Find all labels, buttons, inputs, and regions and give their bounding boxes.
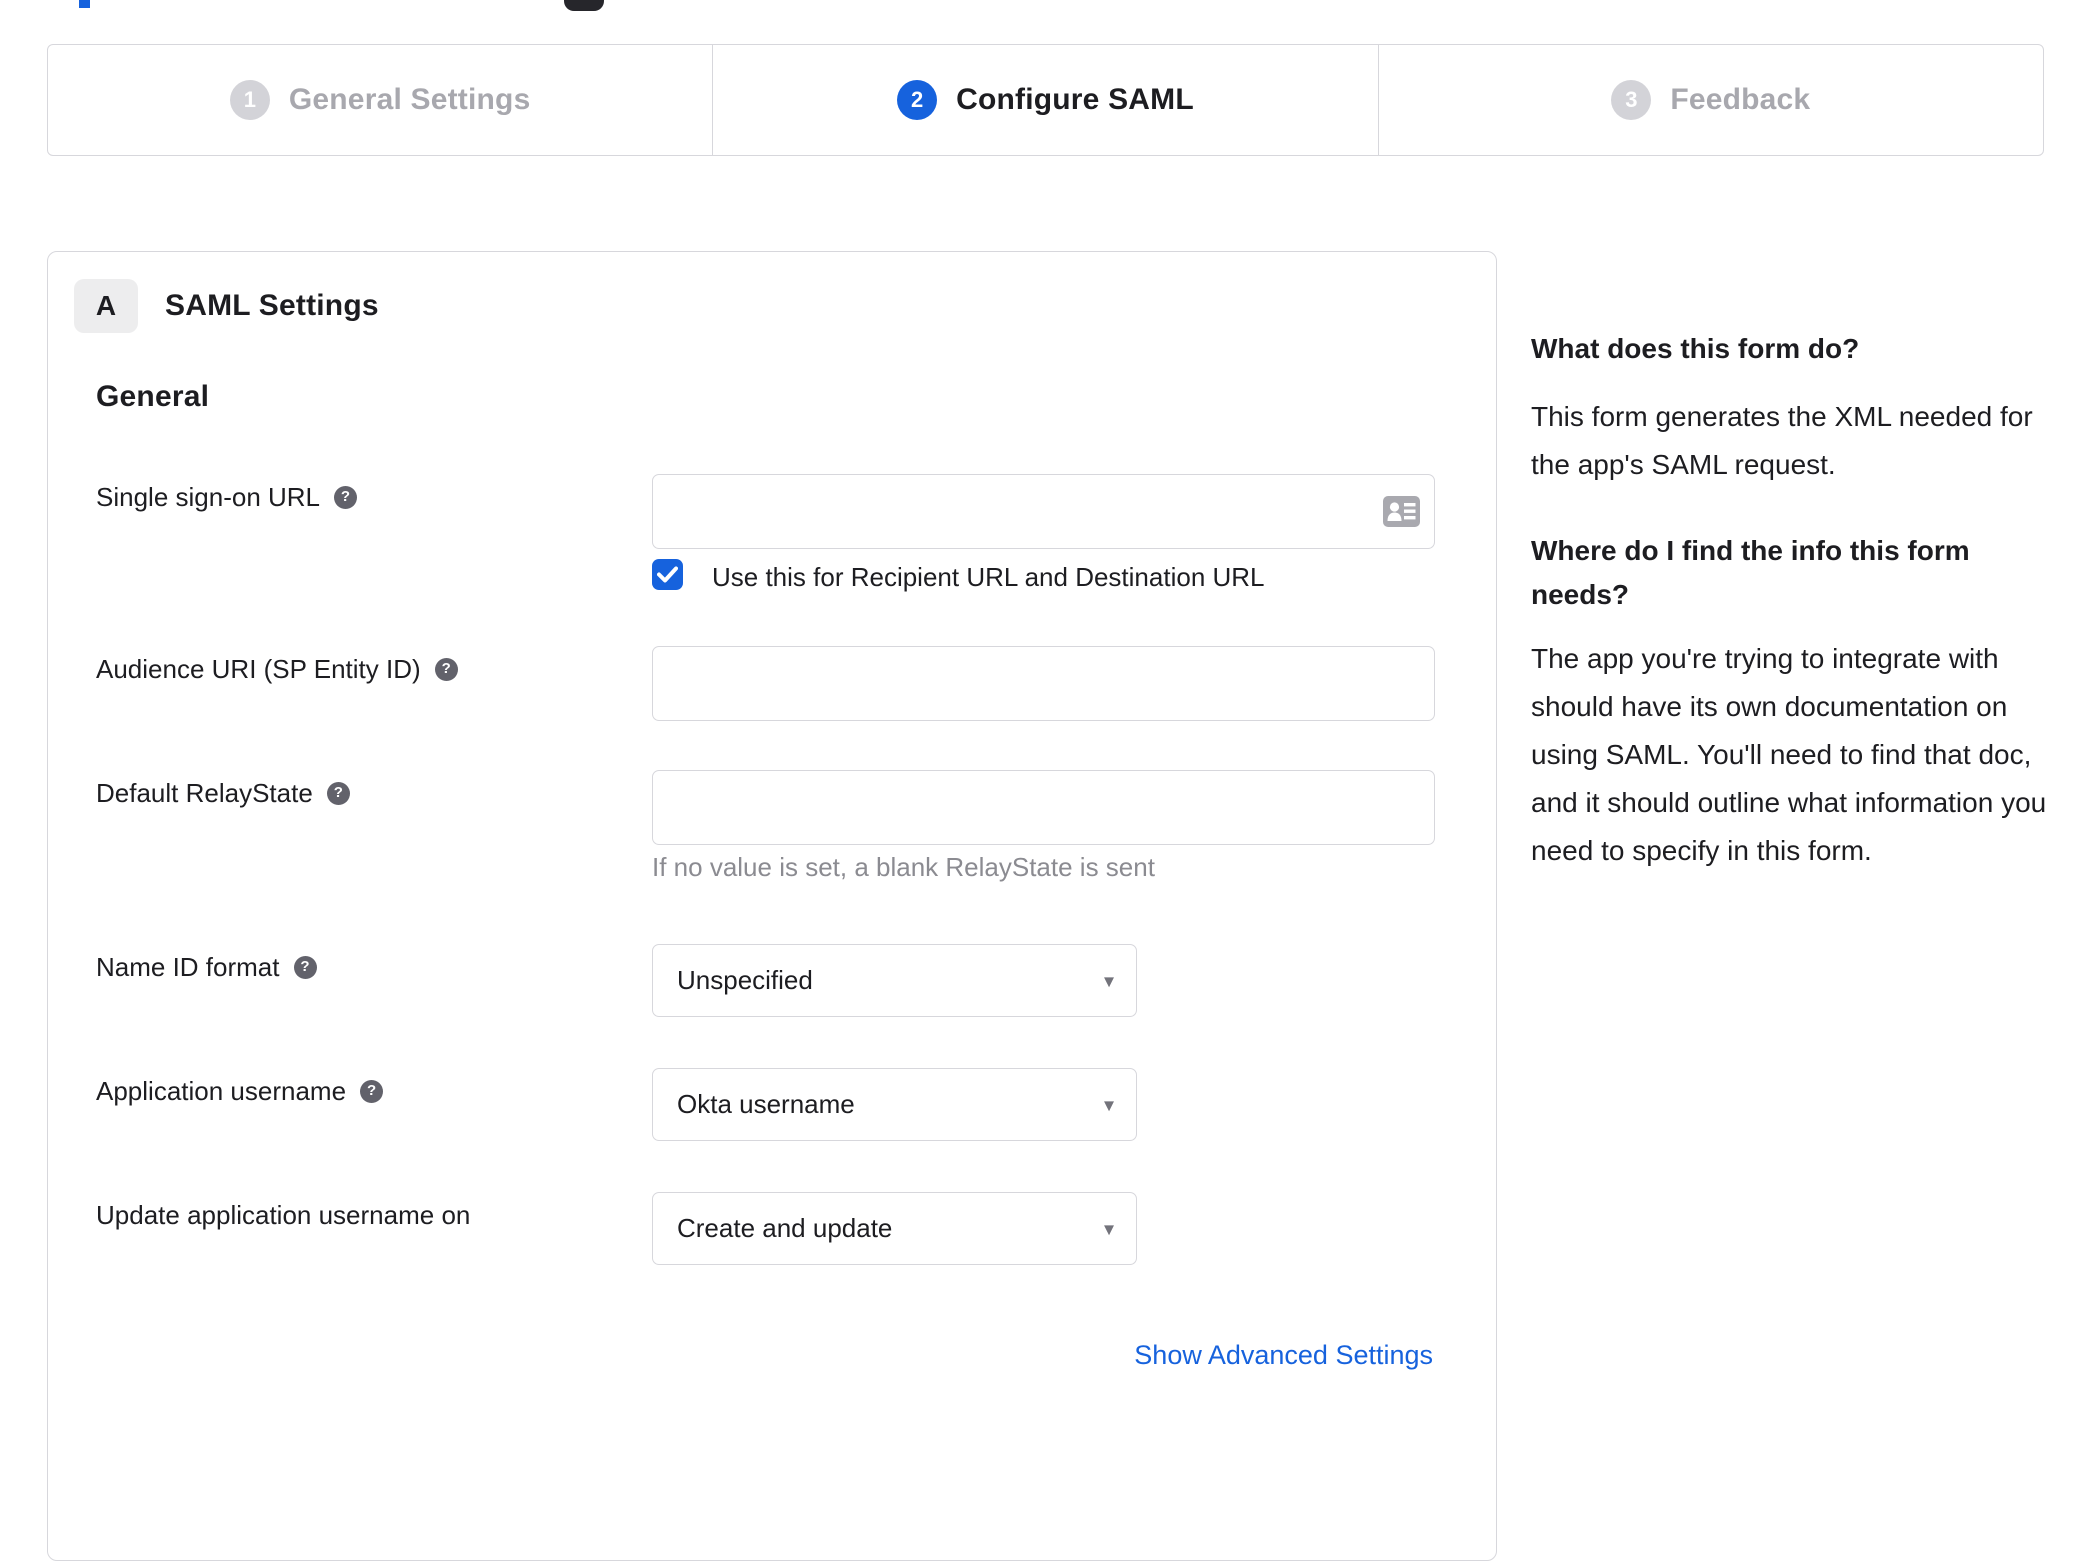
help-question-what: What does this form do? xyxy=(1531,333,1860,364)
help-answer-what: This form generates the XML needed for t… xyxy=(1531,401,2033,480)
help-sidebar: What does this form do? This form genera… xyxy=(1531,329,2047,875)
step-label: Configure SAML xyxy=(956,83,1194,116)
update-username-label: Update application username on xyxy=(96,1200,471,1230)
help-icon[interactable]: ? xyxy=(334,485,358,509)
app-username-label-row: Application username ? xyxy=(96,1074,384,1108)
help-question-where: Where do I find the info this form needs… xyxy=(1531,535,1970,610)
nameid-format-select[interactable]: Unspecified ▾ xyxy=(652,944,1137,1017)
help-icon[interactable]: ? xyxy=(326,781,350,805)
relaystate-label-row: Default RelayState ? xyxy=(96,776,350,810)
show-advanced-settings-link[interactable]: Show Advanced Settings xyxy=(1134,1340,1433,1371)
nameid-format-value: Unspecified xyxy=(677,965,813,995)
general-section-heading: General xyxy=(96,380,210,413)
app-username-value: Okta username xyxy=(677,1089,855,1119)
contact-card-icon xyxy=(1383,496,1420,527)
update-username-select[interactable]: Create and update ▾ xyxy=(652,1192,1137,1265)
app-username-select-wrap: Okta username ▾ xyxy=(652,1068,1137,1141)
audience-uri-input[interactable] xyxy=(652,646,1435,721)
update-username-value: Create and update xyxy=(677,1213,893,1243)
relaystate-label: Default RelayState xyxy=(96,778,313,808)
app-username-label: Application username xyxy=(96,1076,347,1106)
app-username-select[interactable]: Okta username ▾ xyxy=(652,1068,1137,1141)
step-number-badge: 2 xyxy=(897,80,938,120)
use-for-recipient-checkbox[interactable] xyxy=(652,559,683,590)
step-number-badge: 3 xyxy=(1611,80,1652,120)
nameid-format-select-wrap: Unspecified ▾ xyxy=(652,944,1137,1017)
step-label: Feedback xyxy=(1670,83,1811,116)
audience-uri-label-row: Audience URI (SP Entity ID) ? xyxy=(96,652,458,686)
cutoff-title-fragment xyxy=(79,0,90,8)
step-number-badge: 1 xyxy=(229,80,270,120)
help-answer-where: The app you're trying to integrate with … xyxy=(1531,643,2047,866)
checkmark-icon xyxy=(657,566,678,583)
help-icon[interactable]: ? xyxy=(434,657,458,681)
update-username-label-row: Update application username on xyxy=(96,1198,470,1232)
sso-url-input[interactable] xyxy=(652,474,1435,549)
sso-url-label-row: Single sign-on URL ? xyxy=(96,480,358,514)
audience-uri-label: Audience URI (SP Entity ID) xyxy=(96,654,421,684)
chevron-down-icon: ▾ xyxy=(1103,1094,1114,1116)
step-general-settings[interactable]: 1 General Settings xyxy=(48,45,712,155)
chevron-down-icon: ▾ xyxy=(1103,970,1114,992)
nameid-format-label: Name ID format xyxy=(96,952,280,982)
saml-settings-panel: A SAML Settings General Single sign-on U… xyxy=(47,251,1497,1561)
step-configure-saml[interactable]: 2 Configure SAML xyxy=(712,45,1377,155)
step-feedback[interactable]: 3 Feedback xyxy=(1377,45,2043,155)
chevron-down-icon: ▾ xyxy=(1103,1218,1114,1240)
relaystate-hint: If no value is set, a blank RelayState i… xyxy=(652,852,1155,882)
panel-title: SAML Settings xyxy=(165,289,379,322)
nameid-format-label-row: Name ID format ? xyxy=(96,950,317,984)
update-username-select-wrap: Create and update ▾ xyxy=(652,1192,1137,1265)
wizard-stepper: 1 General Settings 2 Configure SAML 3 Fe… xyxy=(47,44,2044,156)
use-for-recipient-label[interactable]: Use this for Recipient URL and Destinati… xyxy=(712,560,1265,594)
help-icon[interactable]: ? xyxy=(360,1079,384,1103)
sso-url-field-wrap xyxy=(652,474,1435,549)
cutoff-icon-fragment xyxy=(564,0,604,11)
section-a-badge: A xyxy=(74,279,138,333)
step-label: General Settings xyxy=(288,83,531,116)
help-icon[interactable]: ? xyxy=(293,955,317,979)
relaystate-input[interactable] xyxy=(652,770,1435,845)
sso-url-label: Single sign-on URL xyxy=(96,482,321,512)
